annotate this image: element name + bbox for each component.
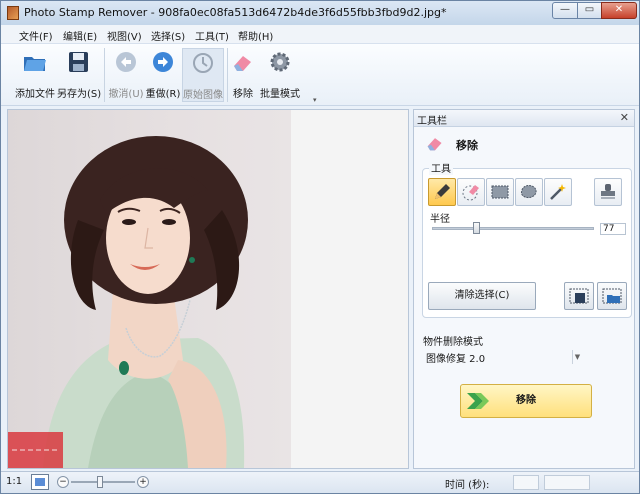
menu-view[interactable]: 视图(V) [107,28,142,43]
clear-selection-button[interactable]: 清除选择(C) [428,282,536,310]
pencil-icon [435,184,450,199]
image-canvas[interactable] [7,109,409,469]
save-disk-icon [69,52,88,72]
save-as-label: 另存为(S) [57,89,102,100]
redo-label: 重做(R) [145,89,181,100]
app-logo-icon [7,6,19,20]
toolbar-overflow-icon[interactable]: ▾ [313,96,317,104]
radius-slider-track[interactable] [432,227,594,230]
gear-icon [270,52,290,72]
radius-slider-thumb[interactable] [472,222,480,234]
radius-label: 半径 [430,214,450,225]
pencil-tool-button[interactable] [428,178,456,206]
menu-file[interactable]: 文件(F) [19,28,53,43]
open-folder-icon [24,57,46,71]
batch-mode-label: 批量模式 [260,89,300,100]
time-label: 时间 (秒): [445,480,490,491]
object-mode-label: 物件删除模式 [423,337,483,348]
zoom-ratio[interactable]: 1:1 [6,476,22,487]
zoom-slider-track[interactable] [71,481,135,483]
zoom-in-icon[interactable]: + [137,476,149,488]
panel-header: 工具栏 ✕ [414,110,634,127]
magic-wand-tool-button[interactable] [544,178,572,206]
window-title: Photo Stamp Remover - 908fa0ec08fa513d64… [24,6,447,19]
menu-tools[interactable]: 工具(T) [195,28,229,43]
batch-mode-button[interactable]: 批量模式 [258,48,302,102]
zoom-slider-thumb[interactable] [96,476,103,488]
stamp-tool-button[interactable] [594,178,622,206]
minimize-button[interactable]: — [552,2,578,19]
zoom-out-icon[interactable]: − [57,476,69,488]
remove-button-label: 移除 [516,395,536,406]
dropdown-arrow-icon[interactable]: ▼ [572,350,582,364]
object-mode-select[interactable]: 图像修复 2.0 ▼ [426,350,582,365]
title-bar[interactable]: Photo Stamp Remover - 908fa0ec08fa513d64… [1,1,639,25]
redo-button[interactable]: 重做(R) [145,48,181,102]
toolbar-separator [104,48,105,102]
stamp-icon [601,184,615,199]
portrait-photo[interactable] [8,110,291,468]
brush-eraser-icon [462,185,479,201]
undo-button[interactable]: 撤消(U) [107,48,145,102]
save-as-button[interactable]: 另存为(S) [57,48,101,102]
menu-select[interactable]: 选择(S) [151,28,185,43]
original-image-button[interactable]: 原始图像 [182,48,224,102]
lasso-tool-button[interactable] [515,178,543,206]
lasso-icon [520,185,537,199]
object-mode-value: 图像修复 2.0 [426,354,486,365]
remove-button[interactable]: 移除 [460,384,592,418]
eraser-icon [427,138,442,151]
panel-close-icon[interactable]: ✕ [620,111,629,124]
radius-value-field[interactable]: 77 [600,223,626,235]
toolbar: 添加文件 另存为(S) 撤消(U) 重做(R) 原始图像 移除 批量模式 ▾ [1,44,639,106]
menu-help[interactable]: 帮助(H) [238,28,273,43]
portrait-image [8,136,248,468]
maximize-button[interactable]: ▭ [577,2,602,19]
app-window: Photo Stamp Remover - 908fa0ec08fa513d64… [0,0,640,494]
undo-arrow-icon [116,52,136,72]
eraser-icon [234,56,251,71]
canvas-background [291,110,408,468]
redo-arrow-icon [153,52,173,72]
tool-panel: 工具栏 ✕ 移除 工具 半径 77 清除选择(C) 物件删除模式 图像修复 2.… [413,109,635,469]
mode-title: 移除 [456,139,478,152]
history-clock-icon [193,53,213,73]
menu-bar: 文件(F) 编辑(E) 视图(V) 选择(S) 工具(T) 帮助(H) [1,25,639,44]
add-file-button[interactable]: 添加文件 [13,48,57,102]
menu-edit[interactable]: 编辑(E) [63,28,97,43]
save-selection-button[interactable] [564,282,594,310]
close-button[interactable]: ✕ [601,2,637,19]
rect-select-tool-button[interactable] [486,178,514,206]
remove-mode-button[interactable]: 移除 [230,48,256,102]
fit-to-window-icon[interactable] [31,474,49,490]
toolbar-separator [227,48,228,102]
green-arrows-icon [467,393,489,409]
rectangle-select-icon [491,185,509,199]
time-value-field [513,475,539,490]
save-selection-icon [569,288,589,304]
tools-group-label: 工具 [429,160,453,175]
time-elapsed-field [544,475,590,490]
panel-title: 工具栏 [417,116,447,127]
original-image-label: 原始图像 [183,90,223,101]
load-selection-icon [602,288,622,304]
magic-wand-icon [550,184,566,200]
load-selection-button[interactable] [597,282,627,310]
remove-mode-label: 移除 [233,89,253,100]
undo-label: 撤消(U) [108,89,144,100]
add-file-label: 添加文件 [15,89,55,100]
status-bar: 1:1 − + 时间 (秒): [1,471,639,493]
brush-eraser-tool-button[interactable] [457,178,485,206]
